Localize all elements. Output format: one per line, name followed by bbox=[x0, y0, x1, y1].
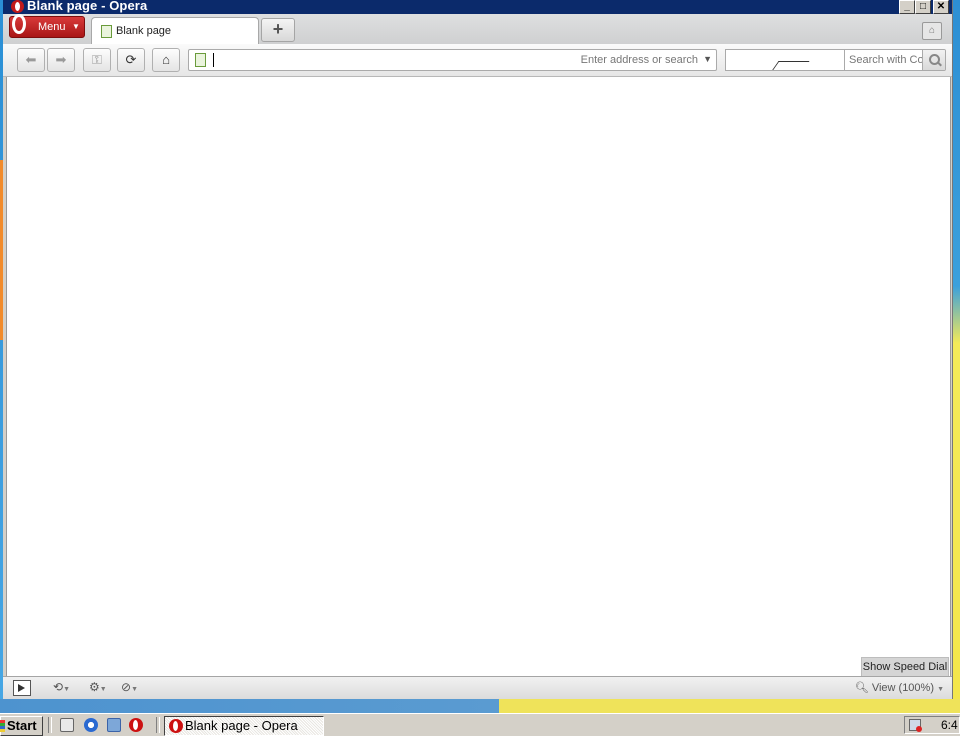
turbo-icon[interactable]: ⊘▼ bbox=[121, 680, 138, 694]
navigation-toolbar: ⬅ ➡ ⚿ ⟳ ⌂ Enter address or search ▼ Sear… bbox=[3, 44, 952, 77]
windows-logo-icon bbox=[0, 720, 5, 732]
address-field[interactable]: Enter address or search ▼ bbox=[188, 49, 717, 71]
search-placeholder: Search with Co bbox=[849, 54, 924, 66]
arrow-right-icon: ➡ bbox=[55, 52, 67, 67]
taskbar-item-label: Blank page - Opera bbox=[185, 718, 298, 733]
text-caret bbox=[213, 53, 214, 67]
opera-icon bbox=[169, 719, 183, 733]
home-button[interactable]: ⌂ bbox=[152, 48, 180, 72]
clock[interactable]: 6:4 bbox=[941, 718, 958, 732]
chevron-down-icon: ▼ bbox=[937, 686, 944, 693]
page-viewport[interactable] bbox=[6, 77, 951, 676]
tab-bar: Menu ▼ Blank page + ⌂ bbox=[3, 14, 952, 45]
status-bar: ⟲▼ ⚙▼ ⊘▼ 🔍︎ View (100%) ▼ bbox=[3, 676, 952, 699]
search-engine-logo-icon bbox=[769, 61, 810, 70]
opera-menu-button[interactable]: Menu ▼ bbox=[9, 14, 85, 38]
show-speed-dial-button[interactable]: Show Speed Dial bbox=[861, 657, 949, 677]
close-button[interactable]: ✕ bbox=[933, 0, 949, 14]
start-label: Start bbox=[7, 718, 37, 733]
reload-icon: ⟳ bbox=[125, 52, 137, 67]
minimize-button[interactable]: _ bbox=[899, 0, 915, 14]
opera-o-icon bbox=[12, 14, 26, 34]
zoom-icon: 🔍︎ bbox=[854, 682, 872, 694]
closed-tabs-icon[interactable]: ⌂ bbox=[922, 22, 942, 40]
chevron-down-icon[interactable]: ▼ bbox=[703, 54, 712, 64]
opera-quicklaunch-icon[interactable] bbox=[129, 718, 143, 732]
tab-blank-page[interactable]: Blank page bbox=[91, 17, 259, 45]
menu-label: Menu bbox=[38, 21, 66, 33]
back-button[interactable]: ⬅ bbox=[17, 48, 45, 72]
page-icon bbox=[101, 25, 112, 38]
taskbar-separator bbox=[48, 717, 52, 733]
unite-icon[interactable]: ⚙▼ bbox=[89, 680, 107, 694]
key-icon: ⚿ bbox=[92, 52, 102, 67]
chevron-down-icon: ▼ bbox=[72, 22, 80, 31]
taskbar: Start Blank page - Opera 6:4 bbox=[0, 713, 960, 736]
network-icon[interactable] bbox=[107, 718, 121, 732]
internet-explorer-icon[interactable] bbox=[84, 718, 98, 732]
zoom-label: View (100%) bbox=[871, 682, 934, 694]
search-engine-selector[interactable] bbox=[725, 49, 845, 71]
opera-logo-icon bbox=[11, 0, 24, 13]
sync-icon[interactable]: ⟲▼ bbox=[53, 680, 70, 694]
forward-button[interactable]: ➡ bbox=[47, 48, 75, 72]
desktop-background-bottom bbox=[0, 699, 960, 713]
wand-button[interactable]: ⚿ bbox=[83, 48, 111, 72]
start-button[interactable]: Start bbox=[0, 716, 43, 736]
maximize-button[interactable]: □ bbox=[915, 0, 931, 14]
home-icon: ⌂ bbox=[162, 52, 170, 67]
taskbar-separator bbox=[156, 717, 160, 733]
address-hint: Enter address or search bbox=[580, 54, 698, 66]
network-status-icon[interactable] bbox=[909, 719, 922, 732]
taskbar-item-opera[interactable]: Blank page - Opera bbox=[164, 716, 324, 736]
page-icon bbox=[195, 53, 206, 67]
window-title: Blank page - Opera bbox=[27, 0, 148, 13]
arrow-left-icon: ⬅ bbox=[25, 52, 37, 67]
system-tray: 6:4 bbox=[904, 716, 960, 734]
opera-window: Blank page - Opera _ □ ✕ Menu ▼ Blank pa… bbox=[3, 0, 953, 699]
reload-button[interactable]: ⟳ bbox=[117, 48, 145, 72]
search-input[interactable]: Search with Co bbox=[844, 49, 946, 71]
new-tab-button[interactable]: + bbox=[261, 18, 295, 42]
zoom-control[interactable]: 🔍︎ View (100%) ▼ bbox=[855, 681, 944, 694]
title-bar[interactable]: Blank page - Opera _ □ ✕ bbox=[3, 0, 952, 14]
search-icon[interactable] bbox=[922, 50, 945, 70]
panel-toggle-icon[interactable] bbox=[13, 680, 31, 696]
show-desktop-icon[interactable] bbox=[60, 718, 74, 732]
tab-label: Blank page bbox=[116, 25, 172, 37]
